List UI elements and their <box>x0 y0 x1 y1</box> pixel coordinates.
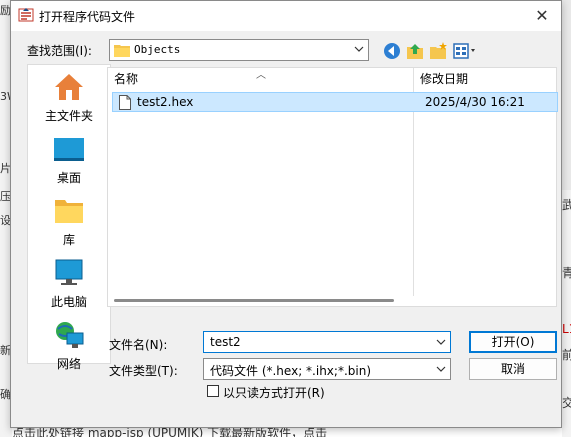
place-label: 桌面 <box>56 171 81 185</box>
filename-label: 文件名(N): <box>109 338 168 352</box>
view-menu-icon[interactable] <box>452 41 478 61</box>
place-this-pc[interactable]: 此电脑 <box>28 253 110 313</box>
background-text: 青 <box>562 266 571 280</box>
background-text: 武 <box>562 198 571 212</box>
background-text: 交 <box>562 396 571 410</box>
file-list[interactable]: ︿ 名称 修改日期 test2.hex 2025/4/30 16:21 <box>107 67 558 307</box>
open-button[interactable]: 打开(O) <box>469 331 557 353</box>
file-row[interactable]: test2.hex 2025/4/30 16:21 <box>112 92 558 112</box>
file-name: test2.hex <box>137 95 194 109</box>
chevron-down-icon <box>354 46 364 52</box>
filename-value: test2 <box>210 335 241 349</box>
look-in-dropdown[interactable]: Objects <box>109 39 369 61</box>
computer-icon <box>55 259 83 285</box>
place-label: 此电脑 <box>50 295 87 309</box>
filetype-label: 文件类型(T): <box>109 364 178 378</box>
background-text: 前 <box>562 348 571 362</box>
look-in-value: Objects <box>134 43 181 56</box>
horizontal-scrollbar[interactable] <box>108 296 556 306</box>
place-label: 库 <box>62 233 75 247</box>
filename-input[interactable]: test2 <box>203 331 451 353</box>
place-desktop[interactable]: 桌面 <box>28 129 110 189</box>
back-icon[interactable] <box>382 41 402 61</box>
home-icon <box>55 74 83 100</box>
library-folder-icon <box>55 200 83 223</box>
new-folder-icon[interactable] <box>428 41 448 61</box>
places-bar: 主文件夹 桌面 库 此电脑 网络 <box>27 64 111 371</box>
column-header-modified[interactable]: 修改日期 <box>414 68 554 90</box>
chevron-down-icon[interactable] <box>436 337 446 347</box>
network-icon <box>56 322 84 348</box>
open-file-dialog: 打开程序代码文件 ✕ 查找范围(I): Objects 主文件夹 桌面 库 此电… <box>10 0 562 428</box>
folder-icon <box>114 45 130 57</box>
readonly-checkbox[interactable] <box>207 385 219 397</box>
place-library[interactable]: 库 <box>28 191 110 251</box>
place-network[interactable]: 网络 <box>28 315 110 375</box>
file-icon <box>119 95 131 110</box>
background-text: L1 <box>562 322 571 336</box>
dialog-title: 打开程序代码文件 <box>39 10 136 24</box>
app-icon <box>18 8 34 22</box>
scrollbar-thumb[interactable] <box>114 299 394 302</box>
cancel-button[interactable]: 取消 <box>469 358 557 380</box>
filetype-dropdown[interactable]: 代码文件 (*.hex; *.ihx;*.bin) <box>203 358 451 380</box>
place-label: 主文件夹 <box>44 109 93 123</box>
column-header-name[interactable]: 名称 <box>108 68 413 90</box>
desktop-icon <box>54 138 84 161</box>
place-home[interactable]: 主文件夹 <box>28 67 110 127</box>
close-button[interactable]: ✕ <box>523 1 561 31</box>
readonly-label[interactable]: 以只读方式打开(R) <box>223 384 325 401</box>
file-modified-date: 2025/4/30 16:21 <box>425 95 525 109</box>
place-label: 网络 <box>56 357 81 371</box>
chevron-down-icon <box>436 366 446 372</box>
title-bar[interactable]: 打开程序代码文件 ✕ <box>11 1 561 31</box>
look-in-label: 查找范围(I): <box>27 44 92 58</box>
filetype-value: 代码文件 (*.hex; *.ihx;*.bin) <box>210 364 371 378</box>
up-folder-icon[interactable] <box>405 41 425 61</box>
